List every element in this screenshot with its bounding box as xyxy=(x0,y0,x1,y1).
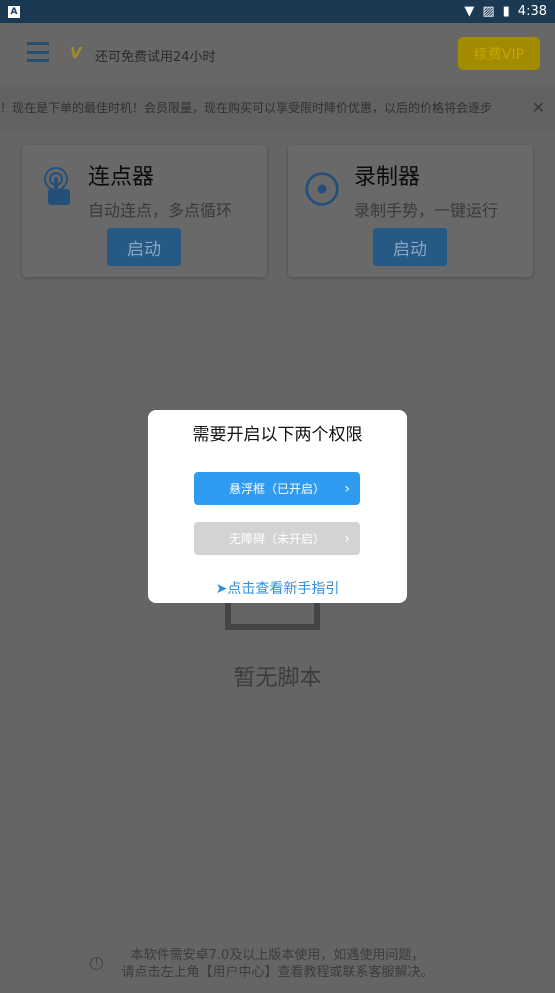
wifi-icon: ▼ xyxy=(464,4,475,19)
card-desc: 自动连点，多点循环 xyxy=(88,201,233,220)
battery-icon: ▮ xyxy=(502,4,510,19)
chevron-right-icon: › xyxy=(344,530,350,547)
info-icon: ! xyxy=(90,957,103,970)
dialog-title: 需要开启以下两个权限 xyxy=(192,425,363,445)
vip-logo-icon: V xyxy=(70,44,82,62)
tap-hand-icon xyxy=(44,167,70,205)
start-clicker-button[interactable]: 启动 xyxy=(107,228,181,266)
chevron-right-icon: › xyxy=(344,480,350,497)
card-title: 录制器 xyxy=(354,165,421,190)
no-sim-icon: ▨ xyxy=(482,4,495,19)
notice-text: ！现在是下单的最佳时机！会员限量，现在购买可以享受限时降价优惠，以后的价格将会逐… xyxy=(0,101,493,115)
start-recorder-button[interactable]: 启动 xyxy=(373,228,447,266)
clock: 4:38 xyxy=(517,4,547,19)
button-label: 无障碍（未开启） xyxy=(228,532,325,546)
card-desc: 录制手势，一键运行 xyxy=(354,201,499,220)
app-header: V 还可免费试用24小时 续费VIP xyxy=(0,23,555,85)
recorder-card[interactable]: 录制器 录制手势，一键运行 启动 xyxy=(288,145,533,277)
notice-bar: ！现在是下单的最佳时机！会员限量，现在购买可以享受限时降价优惠，以后的价格将会逐… xyxy=(0,85,555,130)
footer-note: ! 本软件需安卓7.0及以上版本使用，如遇使用问题， 请点击左上角【用户中心】查… xyxy=(0,947,555,981)
footer-line2: 请点击左上角【用户中心】查看教程或联系客服解决。 xyxy=(121,965,434,980)
menu-icon[interactable] xyxy=(27,42,49,62)
card-title: 连点器 xyxy=(88,165,155,190)
permission-dialog: 需要开启以下两个权限 悬浮框（已开启） › 无障碍（未开启） › ➤点击查看新手指引 xyxy=(148,410,407,603)
renew-vip-button[interactable]: 续费VIP xyxy=(458,37,540,70)
paper-plane-icon: ➤ xyxy=(215,581,228,597)
beginner-guide-link[interactable]: ➤点击查看新手指引 xyxy=(148,578,407,598)
trial-text: 还可免费试用24小时 xyxy=(95,50,216,65)
app-notification-icon: A xyxy=(8,5,20,18)
guide-label: 点击查看新手指引 xyxy=(227,581,340,597)
record-icon xyxy=(305,172,339,206)
clicker-card[interactable]: 连点器 自动连点，多点循环 启动 xyxy=(22,145,267,277)
status-bar: A ▼ ▨ ▮ 4:38 xyxy=(0,0,555,23)
accessibility-permission-button[interactable]: 无障碍（未开启） › xyxy=(194,522,360,555)
empty-text: 暂无脚本 xyxy=(233,666,322,691)
close-icon[interactable]: ✕ xyxy=(532,98,545,117)
footer-line1: 本软件需安卓7.0及以上版本使用，如遇使用问题， xyxy=(130,948,425,963)
floating-window-permission-button[interactable]: 悬浮框（已开启） › xyxy=(194,472,360,505)
button-label: 悬浮框（已开启） xyxy=(228,482,325,496)
